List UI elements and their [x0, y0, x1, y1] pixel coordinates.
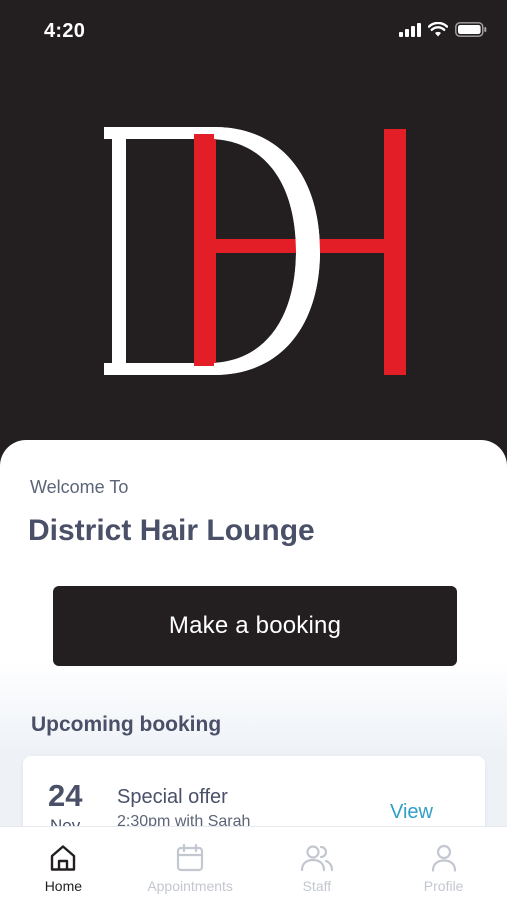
- user-icon: [431, 844, 456, 872]
- nav-profile[interactable]: Profile: [380, 827, 507, 900]
- battery-icon: [455, 22, 487, 37]
- users-icon: [300, 845, 333, 872]
- status-time: 4:20: [44, 20, 86, 42]
- nav-profile-label: Profile: [423, 878, 464, 894]
- nav-home-label: Home: [44, 878, 83, 894]
- status-icons: [399, 22, 487, 37]
- signal-icon: [399, 22, 421, 37]
- calendar-icon: [177, 843, 204, 872]
- nav-staff[interactable]: Staff: [254, 827, 381, 900]
- wifi-icon: [428, 22, 448, 37]
- upcoming-booking-heading: Upcoming booking: [31, 713, 222, 736]
- nav-appointments[interactable]: Appointments: [127, 827, 254, 900]
- booking-title: Special offer: [117, 786, 228, 808]
- status-bar: 4:20: [0, 0, 507, 62]
- business-name: District Hair Lounge: [28, 514, 315, 547]
- booking-day: 24: [48, 778, 83, 813]
- nav-home[interactable]: Home: [0, 827, 127, 900]
- nav-appointments-label: Appointments: [147, 878, 233, 894]
- nav-staff-label: Staff: [302, 878, 332, 894]
- welcome-text: Welcome To: [30, 477, 129, 497]
- make-booking-label: Make a booking: [168, 612, 342, 639]
- view-booking-link[interactable]: View: [390, 801, 433, 824]
- hero-banner: [0, 62, 507, 442]
- dh-logo: [104, 127, 406, 375]
- bottom-nav: Home Appointments Staff Profile: [0, 826, 507, 900]
- make-booking-button[interactable]: Make a booking: [53, 586, 457, 666]
- app-screen: 4:20 Welcome To District Hair Lounge Mak…: [0, 0, 507, 900]
- home-icon: [51, 845, 76, 871]
